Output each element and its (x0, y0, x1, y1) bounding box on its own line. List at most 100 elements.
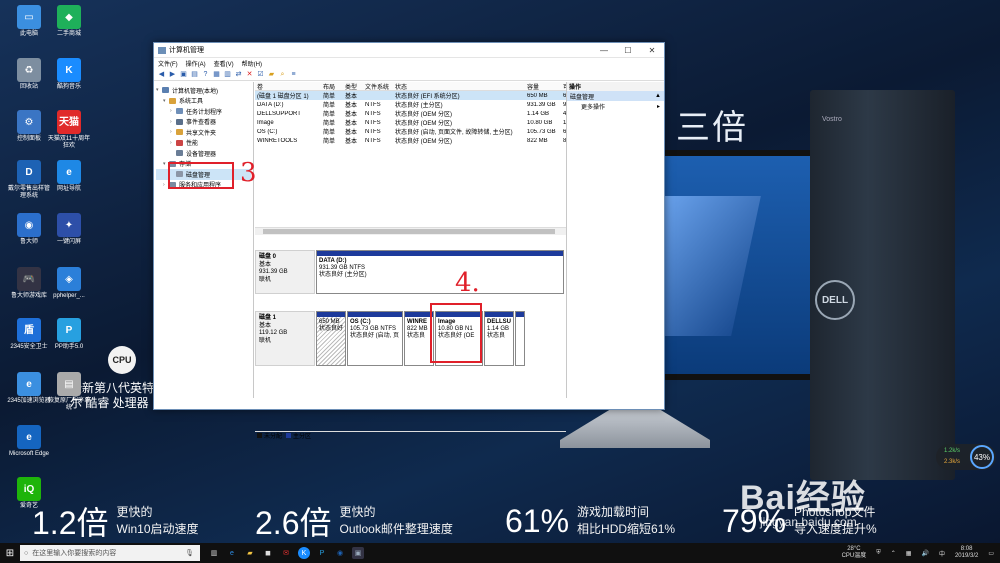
disk1-partition[interactable] (515, 311, 525, 366)
tree-node-label: 计算机管理(本地) (172, 88, 218, 95)
disk0-label[interactable]: 磁盘 0 基本 931.39 GB 联机 (255, 250, 315, 294)
disk1-label[interactable]: 磁盘 1 基本 119.12 GB 联机 (255, 311, 315, 366)
desktop-icon[interactable]: 天猫 天猫双11十周年狂欢 (46, 110, 92, 150)
input-language[interactable]: 中 (939, 549, 945, 558)
temperature-label: CPU温度 (841, 553, 867, 559)
dell-taskbar-icon[interactable]: ◉ (334, 547, 346, 559)
partition-size: 1.14 GB (487, 326, 510, 332)
app-icon: P (57, 318, 81, 342)
back-icon[interactable]: ◀ (157, 70, 166, 79)
actions-section-disk-management[interactable]: 磁盘管理 ▲ (567, 91, 664, 101)
properties-icon[interactable]: ▥ (223, 70, 232, 79)
computer-management-window: 计算机管理 — ☐ ✕ 文件(F) 操作(A) 查看(V) 帮助(H) ◀ ▶ ▣ ▤… (153, 42, 665, 440)
volume-cell: 基本 (345, 94, 358, 100)
tree-node[interactable]: ▾ 计算机管理(本地) (156, 85, 251, 96)
partition-name: OS (C:) (350, 319, 371, 325)
store-icon[interactable]: ◼ (262, 547, 274, 559)
desktop-icon[interactable]: ◈ pphelper_... (46, 267, 92, 300)
open-folder-icon[interactable]: ▰ (267, 70, 276, 79)
tree-node[interactable]: 设备管理器 (156, 148, 251, 159)
disk1-partition[interactable]: OS (C:) 105.73 GB NTFS 状态良好 (启动, 页 (347, 311, 403, 366)
desktop-icon[interactable]: ◆ 二手商城 (46, 5, 92, 38)
kugou-taskbar-icon[interactable]: K (298, 547, 310, 559)
menu-item[interactable]: 文件(F) (158, 59, 178, 68)
close-button[interactable]: ✕ (640, 46, 664, 55)
scrollbar-thumb[interactable] (263, 229, 555, 234)
pp-taskbar-icon[interactable]: P (316, 547, 328, 559)
show-tree-icon[interactable]: ▤ (190, 70, 199, 79)
desktop-icon[interactable]: K 酷狗音乐 (46, 58, 92, 91)
notification-icon[interactable]: ▭ (988, 550, 994, 557)
title-bar[interactable]: 计算机管理 — ☐ ✕ (154, 43, 664, 58)
edge-taskbar-icon[interactable]: e (226, 547, 238, 559)
annotation-box-4 (430, 303, 482, 363)
desktop-icon[interactable]: ✦ 一键闪屏 (46, 213, 92, 246)
up-folder-icon[interactable]: ▣ (179, 70, 188, 79)
disk1-partition[interactable]: DELLSU 1.14 GB 状态良 (484, 311, 514, 366)
desktop-icon[interactable]: ▤ 恢复原厂程序系统 (46, 372, 92, 412)
upload-speed: 1.2k/s (944, 448, 961, 454)
minimize-button[interactable]: — (592, 46, 616, 55)
menu-item[interactable]: 查看(V) (214, 59, 234, 68)
delete-icon[interactable]: ✕ (245, 70, 254, 79)
desktop-icon-label: pphelper_... (53, 293, 85, 299)
mail-icon[interactable]: ✉ (280, 547, 292, 559)
tree-node[interactable]: ▾ 系统工具 (156, 96, 251, 107)
clock-date: 2019/3/2 (954, 553, 979, 559)
column-header[interactable]: 类型 (343, 82, 363, 91)
column-header[interactable]: 文件系统 (363, 82, 393, 91)
connect-icon[interactable]: ⇄ (234, 70, 243, 79)
list-icon[interactable]: ≡ (289, 70, 298, 79)
column-header[interactable]: 布局 (321, 82, 343, 91)
clock[interactable]: 8:08 2019/3/2 (955, 546, 978, 560)
view-icon[interactable]: ▦ (212, 70, 221, 79)
volume-icon[interactable]: 🔊 (921, 550, 928, 557)
more-actions-item[interactable]: 更多操作 ▸ (567, 101, 664, 111)
partition-status: 状态良好 (主分区) (319, 272, 367, 278)
volume-row[interactable]: (磁盘 1 磁盘分区 1) 简单 基本 状态良好 (EFI 系统分区) 650 MB 6 (255, 91, 566, 100)
desktop-icon[interactable]: P PP助手5.0 (46, 318, 92, 351)
volume-row[interactable]: DELLSUPPORT 简单 基本 NTFS 状态良好 (OEM 分区) 1.14 GB 4 (255, 109, 566, 119)
weather-widget[interactable]: 28°C CPU温度 (842, 546, 867, 560)
column-header[interactable]: 状态 (393, 82, 525, 91)
volume-row[interactable]: OS (C:) 简单 基本 NTFS 状态良好 (启动, 页面文件, 故障转储, 主分区… (255, 127, 566, 137)
column-header[interactable]: 容量 (525, 82, 561, 91)
tree-node[interactable]: › 性能 (156, 138, 251, 149)
disk0-partition-data[interactable]: DATA (D:) 931.39 GB NTFS 状态良好 (主分区) (316, 250, 564, 294)
help-icon[interactable]: ? (201, 70, 210, 79)
chevron-up-icon[interactable]: ⌃ (891, 550, 896, 557)
menu-item[interactable]: 操作(A) (186, 59, 206, 68)
shield-icon[interactable]: ⛨ (876, 550, 881, 557)
network-icon[interactable]: ▦ (906, 550, 912, 557)
taskbar-search-box[interactable]: ○ 在这里输入你要搜索的内容 🎙 (20, 545, 200, 561)
computer-management-taskbar-icon[interactable]: ▣ (352, 547, 364, 559)
toolbar: ◀ ▶ ▣ ▤ ? ▦ ▥ ⇄ ✕ ☑ ▰ ⌕ ≡ (154, 69, 664, 81)
disk1-partition[interactable]: 650 MB 状态良好 (316, 311, 346, 366)
volume-cell: 状态良好 (主分区) (395, 103, 443, 109)
file-explorer-icon[interactable]: ▰ (244, 547, 256, 559)
forward-icon[interactable]: ▶ (168, 70, 177, 79)
network-widget[interactable]: 1.2k/s 2.3k/s 43% (936, 444, 996, 470)
tree-node[interactable]: › 共享文件夹 (156, 127, 251, 138)
collapse-icon: ▲ (655, 93, 661, 99)
app-icon: e (17, 372, 41, 396)
microphone-icon[interactable]: 🎙 (185, 549, 194, 557)
menu-item[interactable]: 帮助(H) (242, 59, 262, 68)
desktop-icon[interactable]: e Microsoft Edge (6, 425, 52, 458)
desktop-icon[interactable]: e 网址导航 (46, 160, 92, 193)
checklist-icon[interactable]: ☑ (256, 70, 265, 79)
search-folder-icon[interactable]: ⌕ (278, 70, 287, 79)
volume-cell: OS (C:) (257, 128, 278, 135)
tree-node[interactable]: › 任务计划程序 (156, 106, 251, 117)
volume-row[interactable]: WINRETOOLS 简单 基本 NTFS 状态良好 (OEM 分区) 822 MB 8 (255, 136, 566, 146)
volume-cell: 简单 (323, 94, 336, 100)
horizontal-scrollbar[interactable] (255, 227, 566, 235)
tree-node[interactable]: › 事件查看器 (156, 117, 251, 128)
task-view-icon[interactable]: ▥ (208, 547, 220, 559)
volume-cell: 状态良好 (启动, 页面文件, 故障转储, 主分区) (395, 130, 513, 136)
column-header[interactable]: 卷 (255, 82, 321, 91)
volume-row[interactable]: DATA (D:) 简单 基本 NTFS 状态良好 (主分区) 931.39 GB 9 (255, 100, 566, 110)
maximize-button[interactable]: ☐ (616, 46, 640, 55)
windows-start-icon[interactable]: ⊞ (0, 543, 20, 563)
volume-row[interactable]: Image 简单 基本 NTFS 状态良好 (OEM 分区) 10.80 GB 1 (255, 118, 566, 128)
